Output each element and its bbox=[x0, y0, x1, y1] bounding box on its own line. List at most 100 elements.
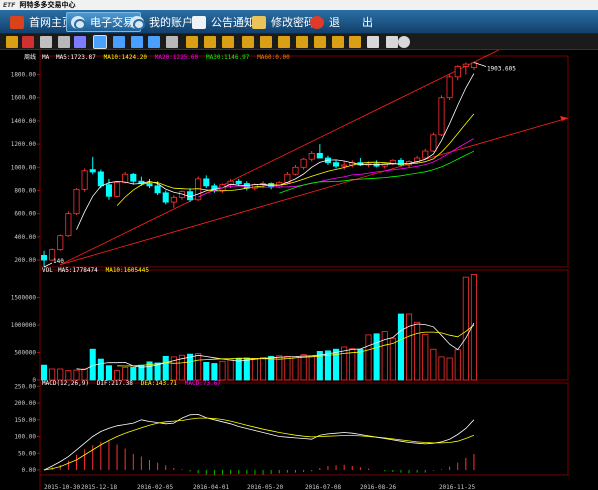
candle-body bbox=[430, 134, 437, 152]
text-icon[interactable] bbox=[260, 36, 272, 48]
volume-bar bbox=[251, 358, 258, 381]
price-tick-label: 1600.00 bbox=[11, 95, 37, 102]
date-label: 2016-11-25 bbox=[439, 484, 476, 490]
price-tick-label: 200.00 bbox=[14, 257, 36, 264]
candle-body bbox=[316, 152, 323, 159]
price-legend-item: MA30:1146.97 bbox=[206, 54, 250, 61]
settings-icon[interactable] bbox=[398, 36, 410, 48]
zoom-out-icon[interactable] bbox=[386, 36, 398, 48]
price-tick-label: 1000.00 bbox=[11, 164, 37, 171]
volume-bar bbox=[292, 356, 299, 381]
line-tool-icon[interactable] bbox=[204, 36, 216, 48]
zoom-in-icon[interactable] bbox=[367, 36, 379, 48]
volume-bar bbox=[438, 356, 445, 381]
pointer-icon[interactable] bbox=[186, 36, 198, 48]
indicator-icon[interactable] bbox=[113, 36, 125, 48]
volume-bar bbox=[219, 360, 226, 381]
macd-tick-label: 0.00 bbox=[22, 467, 37, 474]
candle-body bbox=[105, 184, 112, 197]
volume-bar bbox=[235, 358, 242, 381]
price-legend-item: MA60:0.00 bbox=[257, 54, 290, 61]
indicator2-icon[interactable] bbox=[131, 36, 143, 48]
reset-icon[interactable] bbox=[166, 36, 178, 48]
candle-body bbox=[81, 170, 88, 190]
nav-account-label: 我的账户 bbox=[149, 16, 193, 29]
rect-icon[interactable] bbox=[314, 36, 326, 48]
candle-body bbox=[462, 63, 469, 67]
volume-bar bbox=[349, 348, 356, 381]
table-icon[interactable] bbox=[74, 36, 86, 48]
bar-chart-icon[interactable] bbox=[6, 36, 18, 48]
candle-body bbox=[284, 173, 291, 183]
volume-bar bbox=[397, 313, 404, 381]
candle-body bbox=[65, 213, 72, 237]
volume-bar bbox=[300, 354, 307, 381]
volume-bar bbox=[89, 348, 96, 381]
macd-legend-item: MACD:73.67 bbox=[185, 380, 222, 387]
volume-bar bbox=[284, 355, 291, 381]
date-label: 2015-12-18 bbox=[81, 484, 118, 490]
volume-bar bbox=[422, 333, 429, 381]
kline-chart[interactable]: 1800.001600.001400.001200.001000.00800.0… bbox=[0, 50, 598, 490]
volume-bar bbox=[414, 321, 421, 381]
nav-exit-label: 退 出 bbox=[329, 16, 373, 29]
candle-body bbox=[446, 76, 453, 99]
arrow-icon[interactable] bbox=[278, 36, 290, 48]
date-label: 2016-07-08 bbox=[305, 484, 342, 490]
kline-icon[interactable] bbox=[93, 35, 107, 49]
ma10-line bbox=[116, 113, 475, 206]
volume-bar bbox=[308, 355, 315, 381]
price-legend-item: MA10:1424.20 bbox=[104, 54, 148, 61]
volume-bar bbox=[462, 276, 469, 381]
exit-icon bbox=[310, 15, 324, 29]
candle-body bbox=[170, 197, 177, 203]
volume-bar bbox=[195, 353, 202, 381]
app-title: 阿特多多交易中心 bbox=[19, 1, 76, 9]
candle-body bbox=[114, 181, 121, 197]
volume-bar bbox=[446, 357, 453, 381]
date-label: 2015-10-30 bbox=[44, 484, 81, 490]
chart-area: 1800.00 1600.00 1400.00 1200.00 1000.00 800.0… bbox=[0, 50, 598, 490]
volume-bar bbox=[187, 353, 194, 381]
date-label: 2016-02-05 bbox=[137, 484, 174, 490]
notice-icon bbox=[192, 15, 206, 29]
price-tick-label: 600.00 bbox=[14, 211, 36, 218]
volume-bar bbox=[260, 357, 267, 381]
candle-body bbox=[97, 171, 104, 187]
price-tick-label: 1400.00 bbox=[11, 118, 37, 125]
volume-bar bbox=[333, 348, 340, 381]
candle-body bbox=[203, 178, 210, 187]
candle-body bbox=[146, 183, 153, 187]
fib-icon[interactable] bbox=[296, 36, 308, 48]
volume-indicator-name: VOL bbox=[42, 267, 53, 274]
date-label: 2016-05-20 bbox=[247, 484, 284, 490]
candle-body bbox=[422, 150, 429, 159]
price-tick-label: 1800.00 bbox=[11, 72, 37, 79]
macd-legend-item: MACD(12,26,9) bbox=[42, 380, 89, 387]
candle-body bbox=[41, 255, 48, 261]
candle-body bbox=[438, 97, 445, 136]
account-icon bbox=[130, 15, 145, 30]
price-legend-item: MA20:1225.60 bbox=[155, 54, 199, 61]
nav-exit[interactable]: 退 出 bbox=[306, 12, 379, 32]
volume-bar bbox=[203, 361, 210, 381]
price-tick-label: 1200.00 bbox=[11, 141, 37, 148]
ray-icon[interactable] bbox=[222, 36, 234, 48]
mark-icon[interactable] bbox=[349, 36, 361, 48]
macd-tick-label: 200.00 bbox=[14, 400, 36, 407]
volume-bar bbox=[105, 365, 112, 381]
channel-icon[interactable] bbox=[242, 36, 254, 48]
candle-body bbox=[162, 192, 169, 203]
circle-icon[interactable] bbox=[332, 36, 344, 48]
home-icon bbox=[10, 15, 24, 29]
line-icon[interactable] bbox=[40, 36, 52, 48]
candle-body bbox=[341, 164, 348, 167]
volume-bar bbox=[130, 366, 137, 381]
volume-bar bbox=[73, 369, 80, 381]
volume-bar bbox=[41, 364, 48, 381]
indicator3-icon[interactable] bbox=[148, 36, 160, 48]
calendar-icon[interactable] bbox=[58, 36, 70, 48]
trend-icon[interactable] bbox=[22, 36, 34, 48]
password-icon bbox=[252, 15, 266, 29]
macd-legend-item: DEA:143.71 bbox=[141, 380, 178, 387]
